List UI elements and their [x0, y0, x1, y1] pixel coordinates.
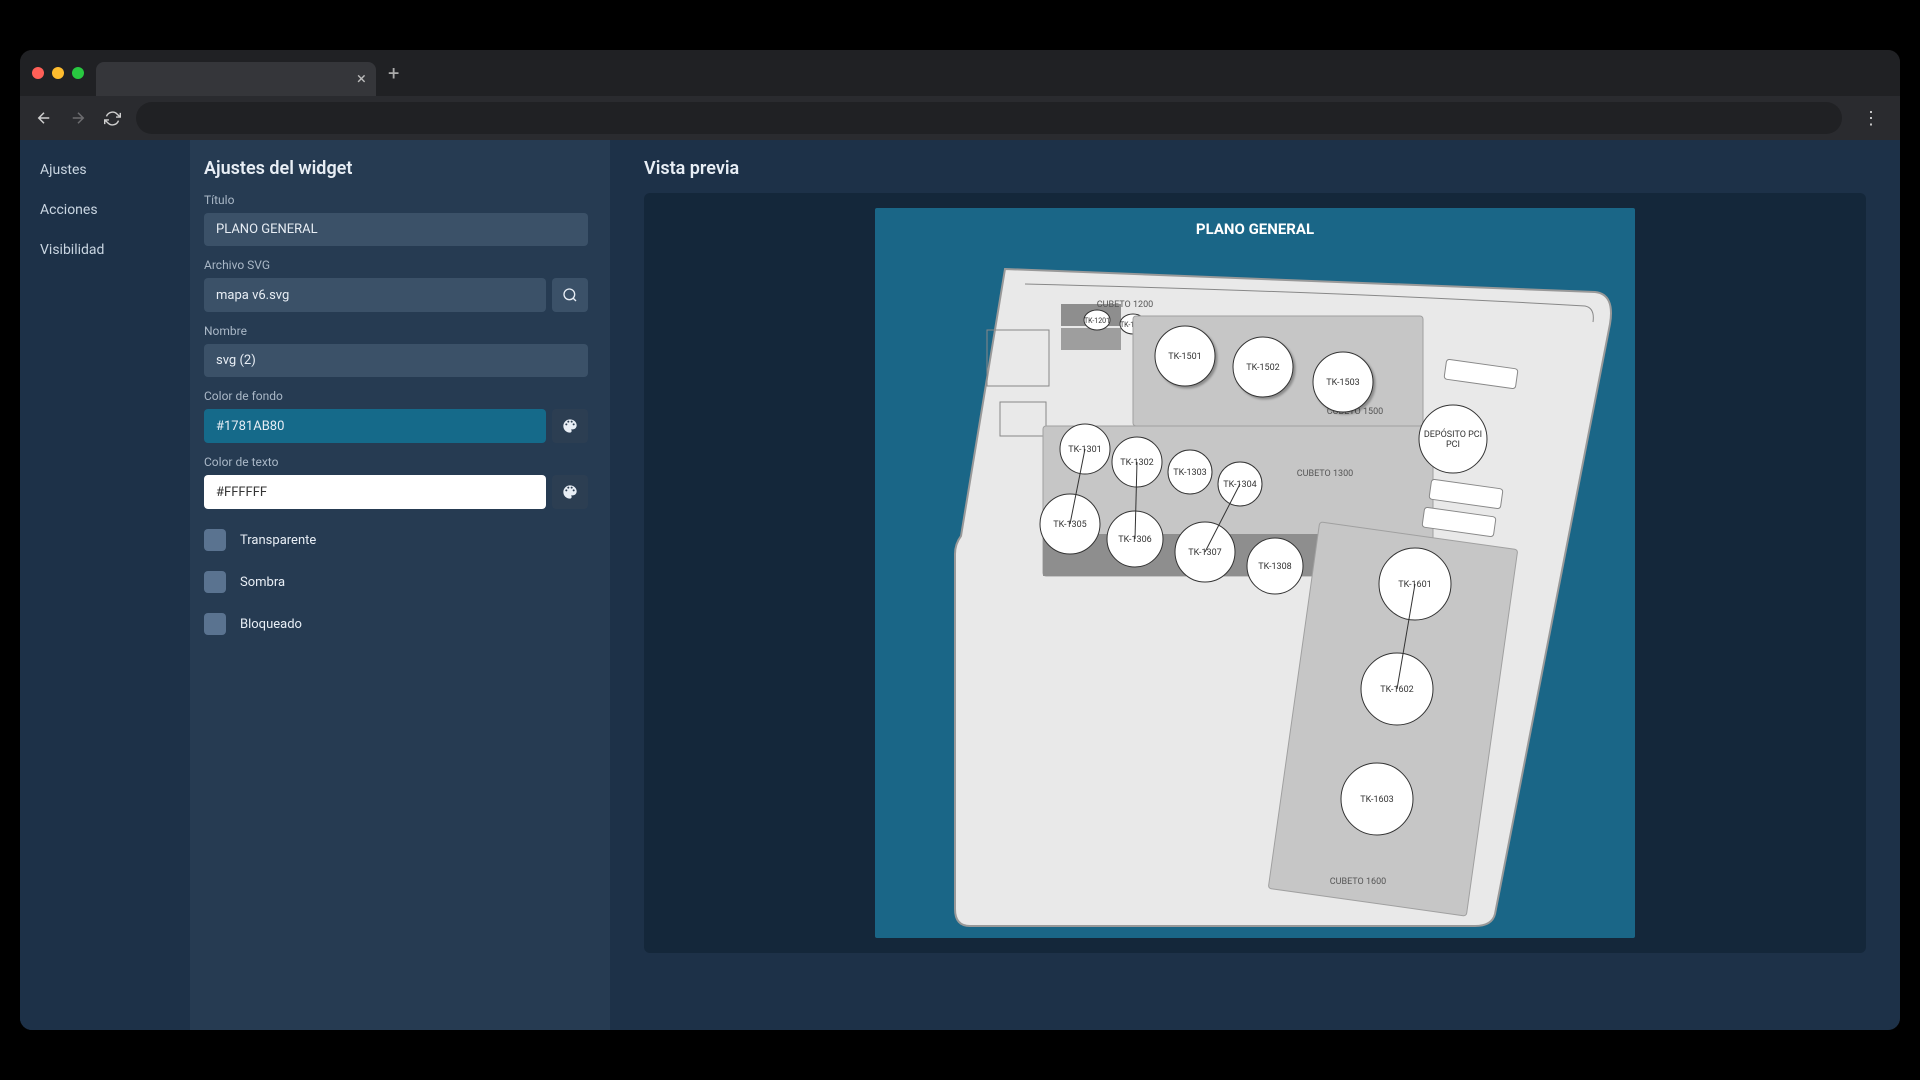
tank-label: TK-1201: [1084, 317, 1110, 325]
search-icon: [562, 287, 578, 303]
palette-icon: [562, 484, 578, 500]
textcolor-picker-button[interactable]: [552, 475, 588, 509]
tank-label: TK-1501: [1168, 352, 1201, 362]
tank-label: TK-1503: [1326, 378, 1359, 388]
tank-label: TK-1502: [1246, 363, 1279, 373]
transparent-row: Transparente: [204, 529, 588, 551]
tab-bar: × +: [20, 50, 1900, 96]
area-label-cubeto-1300: CUBETO 1300: [1297, 469, 1353, 479]
tank-label: TK-1303: [1173, 468, 1206, 478]
preview-header: Vista previa: [644, 158, 1866, 179]
preview-area: Vista previa PLANO GENERAL: [610, 140, 1900, 1030]
bgcolor-picker-button[interactable]: [552, 409, 588, 443]
transparent-checkbox[interactable]: [204, 529, 226, 551]
title-label: Título: [204, 193, 588, 207]
palette-icon: [562, 418, 578, 434]
svg-file-input[interactable]: [204, 278, 546, 312]
browse-file-button[interactable]: [552, 278, 588, 312]
plano-title: PLANO GENERAL: [875, 208, 1635, 244]
minimize-window-button[interactable]: [52, 67, 64, 79]
bgcolor-input[interactable]: [204, 409, 546, 443]
sidebar: Ajustes Acciones Visibilidad: [20, 140, 190, 1030]
svg-file-label: Archivo SVG: [204, 258, 588, 272]
browser-toolbar: ⋮: [20, 96, 1900, 140]
locked-label: Bloqueado: [240, 617, 302, 632]
maximize-window-button[interactable]: [72, 67, 84, 79]
app-root: Ajustes Acciones Visibilidad Ajustes del…: [20, 140, 1900, 1030]
tank-label: TK-1307: [1188, 548, 1221, 558]
name-label: Nombre: [204, 324, 588, 338]
sidebar-item-visibilidad[interactable]: Visibilidad: [20, 230, 190, 270]
forward-button[interactable]: [68, 108, 88, 128]
window-controls: [32, 67, 84, 79]
shadow-row: Sombra: [204, 571, 588, 593]
plano-svg[interactable]: CUBETO 1200 TK-1201 TK-1202 CUBETO 1500 …: [875, 244, 1635, 934]
settings-header: Ajustes del widget: [204, 158, 588, 179]
area-label-cubeto-1200: CUBETO 1200: [1097, 300, 1153, 310]
close-window-button[interactable]: [32, 67, 44, 79]
title-input[interactable]: [204, 213, 588, 246]
plano-widget: PLANO GENERAL CUBETO 1200: [875, 208, 1635, 938]
name-input[interactable]: [204, 344, 588, 377]
browser-tab[interactable]: ×: [96, 62, 376, 96]
back-button[interactable]: [34, 108, 54, 128]
new-tab-button[interactable]: +: [388, 61, 399, 85]
sidebar-item-ajustes[interactable]: Ajustes: [20, 150, 190, 190]
locked-row: Bloqueado: [204, 613, 588, 635]
preview-card: PLANO GENERAL CUBETO 1200: [644, 193, 1866, 953]
locked-checkbox[interactable]: [204, 613, 226, 635]
textcolor-input[interactable]: [204, 475, 546, 509]
svg-text:PCI: PCI: [1446, 440, 1460, 450]
sidebar-item-acciones[interactable]: Acciones: [20, 190, 190, 230]
close-tab-icon[interactable]: ×: [357, 69, 366, 89]
area-label-cubeto-1600: CUBETO 1600: [1330, 877, 1386, 887]
bgcolor-label: Color de fondo: [204, 389, 588, 403]
textcolor-label: Color de texto: [204, 455, 588, 469]
reload-button[interactable]: [102, 108, 122, 128]
shadow-label: Sombra: [240, 575, 285, 590]
transparent-label: Transparente: [240, 533, 316, 548]
url-bar[interactable]: [136, 102, 1842, 134]
settings-panel: Ajustes del widget Título Archivo SVG No…: [190, 140, 610, 1030]
deposito-pci-label: DEPÓSITO PCI: [1424, 428, 1482, 440]
shadow-checkbox[interactable]: [204, 571, 226, 593]
tank-label: TK-1603: [1360, 795, 1393, 805]
browser-menu-button[interactable]: ⋮: [1856, 104, 1886, 133]
tank-label: TK-1308: [1258, 562, 1291, 572]
browser-window: × + ⋮ Ajustes Acciones Visibilidad Ajust…: [20, 50, 1900, 1030]
